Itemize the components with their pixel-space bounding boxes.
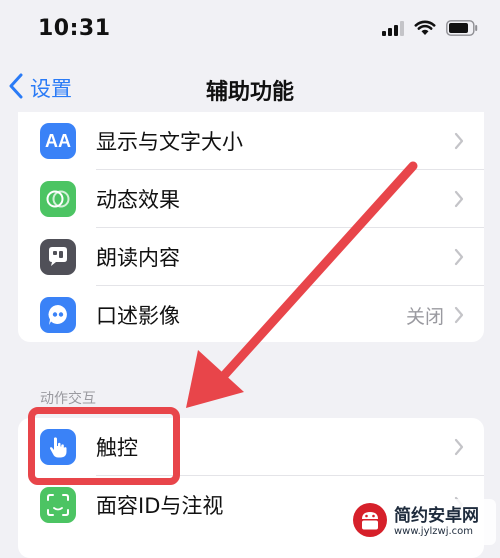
chevron-right-icon — [454, 132, 464, 150]
watermark: 简约安卓网 www.jylzwj.com — [348, 499, 496, 545]
navigation-bar: 设置 辅助功能 — [0, 60, 500, 116]
settings-row-audio-descriptions[interactable]: 口述影像 关闭 — [18, 286, 484, 342]
chevron-right-icon — [454, 248, 464, 266]
status-bar: 10:31 — [0, 0, 500, 60]
settings-row-touch[interactable]: 触控 — [18, 418, 484, 476]
settings-row-motion[interactable]: 动态效果 — [18, 170, 484, 228]
hand-touch-icon — [40, 429, 76, 465]
chevron-right-icon — [454, 306, 464, 324]
row-value: 关闭 — [405, 305, 444, 328]
watermark-url: www.jylzwj.com — [394, 526, 474, 537]
cellular-signal-icon — [382, 20, 404, 40]
watermark-text: 简约安卓网 www.jylzwj.com — [394, 506, 479, 538]
row-label: 动态效果 — [96, 188, 180, 212]
settings-row-spoken-content[interactable]: 朗读内容 — [18, 228, 484, 286]
text-size-icon: AA — [40, 123, 76, 159]
battery-icon — [446, 20, 478, 40]
audio-description-icon — [40, 297, 76, 333]
row-label: 显示与文字大小 — [96, 130, 243, 154]
row-label: 朗读内容 — [96, 246, 180, 270]
page-title: 辅助功能 — [205, 80, 294, 105]
section-header-interaction: 动作交互 — [40, 391, 96, 407]
motion-icon — [40, 181, 76, 217]
chevron-right-icon — [454, 190, 464, 208]
row-label: 口述影像 — [96, 304, 180, 328]
watermark-title: 简约安卓网 — [394, 506, 479, 526]
chevron-right-icon — [454, 438, 464, 456]
row-label: 触控 — [96, 436, 138, 460]
status-icons — [382, 20, 478, 40]
speech-bubble-icon — [40, 239, 76, 275]
vision-settings-group: AA 显示与文字大小 动态效果 朗读内容 口述影像 关闭 — [18, 112, 484, 342]
android-logo-icon — [352, 502, 388, 542]
status-time: 10:31 — [38, 16, 111, 41]
wifi-icon — [414, 20, 436, 40]
face-id-icon — [40, 487, 76, 523]
settings-row-display-text-size[interactable]: AA 显示与文字大小 — [18, 112, 484, 170]
